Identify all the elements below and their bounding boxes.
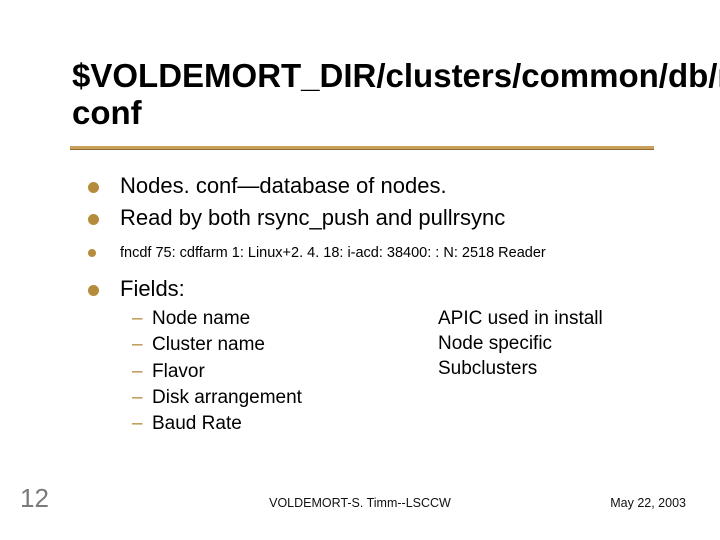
right-col-text: APIC used in install [438,306,603,331]
footer-date: May 22, 2003 [610,496,686,510]
sub-bullet-item: Disk arrangement [88,386,648,410]
sub-bullet-text: Baud Rate [152,413,242,434]
right-col-text: Node specific [438,331,603,356]
bullet-text: fncdf 75: cdffarm 1: Linux+2. 4. 18: i-a… [120,245,546,261]
sub-bullet-text: Disk arrangement [152,387,302,408]
right-column: APIC used in install Node specific Subcl… [438,306,603,381]
right-col-text: Subclusters [438,356,603,381]
bullet-item: Fields: [88,275,648,303]
bullet-item: Nodes. conf—database of nodes. [88,172,648,200]
bullet-icon [88,182,99,193]
title-underline [70,146,654,149]
sub-bullet-text: Cluster name [152,334,265,355]
sub-bullet-text: Flavor [152,361,205,382]
bullet-item: fncdf 75: cdffarm 1: Linux+2. 4. 18: i-a… [88,244,648,263]
bullet-text: Nodes. conf—database of nodes. [120,173,447,198]
bullet-icon [88,285,99,296]
sub-bullet-item: Baud Rate [88,412,648,436]
bullet-text: Fields: [120,276,185,301]
bullet-text: Read by both rsync_push and pullrsync [120,205,505,230]
bullet-item: Read by both rsync_push and pullrsync [88,204,648,232]
slide: { "title": "$VOLDEMORT_DIR/clusters/comm… [0,0,720,540]
sub-bullet-text: Node name [152,308,250,329]
slide-body: Nodes. conf—database of nodes. Read by b… [88,172,648,437]
slide-title: $VOLDEMORT_DIR/clusters/common/db/nodes.… [72,58,672,132]
bullet-icon [88,214,99,225]
bullet-icon [88,249,96,257]
